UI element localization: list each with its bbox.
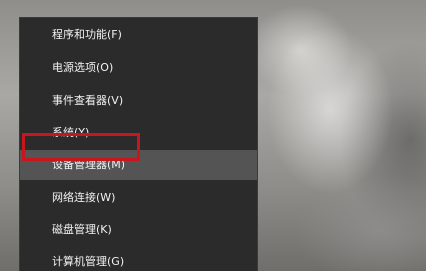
menu-item-power-options[interactable]: 电源选项(O): [20, 56, 257, 80]
menu-item-computer-management[interactable]: 计算机管理(G): [20, 250, 257, 271]
menu-item-disk-management[interactable]: 磁盘管理(K): [20, 218, 257, 242]
menu-item-system[interactable]: 系统(Y): [20, 121, 257, 145]
menu-item-device-manager[interactable]: 设备管理器(M): [20, 150, 257, 180]
menu-item-programs-and-features[interactable]: 程序和功能(F): [20, 23, 257, 47]
winx-context-menu: 程序和功能(F) 电源选项(O) 事件查看器(V) 系统(Y) 设备管理器(M)…: [19, 17, 258, 271]
menu-item-event-viewer[interactable]: 事件查看器(V): [20, 89, 257, 113]
menu-item-network-connections[interactable]: 网络连接(W): [20, 186, 257, 210]
